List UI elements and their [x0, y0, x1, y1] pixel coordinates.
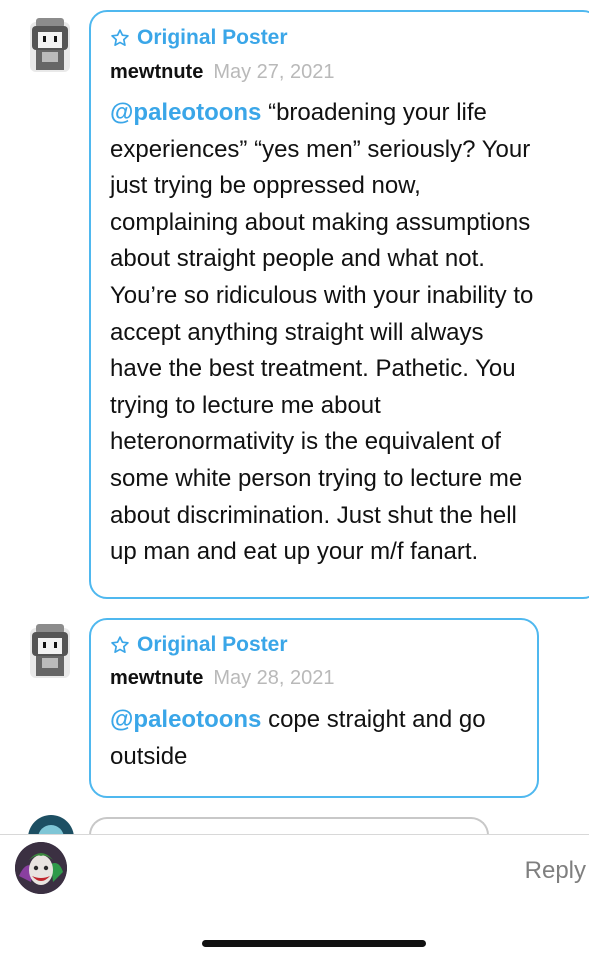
current-user-avatar[interactable]: [15, 842, 67, 894]
reply-line: experiences” “yes men” seriously? Your: [110, 135, 531, 163]
badge-label: Original Poster: [137, 633, 288, 656]
reply-text: @paleotoons “broadening your life experi…: [110, 95, 580, 571]
original-poster-badge: Original Poster: [110, 26, 288, 50]
original-poster-badge: Original Poster: [110, 633, 288, 657]
reply-line: accept anything straight will always: [110, 318, 484, 346]
reply-line: up man and eat up your m/f fanart.: [110, 538, 479, 566]
reply-line: heteronormativity is the equivalent of: [110, 428, 501, 456]
reply-line: @paleotoons “broadening your life: [110, 99, 487, 126]
username[interactable]: mewtnute: [110, 667, 203, 689]
mention-link[interactable]: @paleotoons: [110, 706, 261, 733]
reply-date: May 27, 2021: [213, 61, 335, 83]
reply-line: @paleotoons cope straight and go: [110, 706, 486, 733]
reply-line: about discrimination. Just shut the hell: [110, 501, 517, 529]
reply-line: have the best treatment. Pathetic. You: [110, 355, 516, 383]
reply-line: just trying be oppressed now,: [110, 172, 421, 200]
reply-line: about straight people and what not.: [110, 245, 485, 273]
reply-meta: mewtnute May 28, 2021: [110, 667, 335, 690]
reply-line: complaining about making assumptions: [110, 208, 531, 236]
reply-line: You’re so ridiculous with your inability…: [110, 281, 534, 309]
reply-bar-divider: [0, 834, 589, 835]
star-outline-icon: [111, 636, 129, 653]
reply-meta: mewtnute May 27, 2021: [110, 61, 335, 84]
reply-date: May 28, 2021: [213, 667, 335, 689]
reply-line: trying to lecture me about: [110, 391, 381, 419]
star-outline-icon: [111, 29, 129, 47]
username[interactable]: mewtnute: [110, 61, 203, 83]
badge-label: Original Poster: [137, 26, 288, 49]
reply-avatar[interactable]: [24, 618, 76, 682]
reply-text: @paleotoons cope straight and go outside: [110, 702, 530, 775]
mention-link[interactable]: @paleotoons: [110, 99, 261, 126]
reply-button[interactable]: Reply: [525, 857, 586, 885]
reply-line: some white person trying to lecture me: [110, 464, 523, 492]
reply-avatar[interactable]: [24, 12, 76, 76]
reply-line: outside: [110, 742, 188, 770]
home-indicator: [202, 940, 426, 947]
